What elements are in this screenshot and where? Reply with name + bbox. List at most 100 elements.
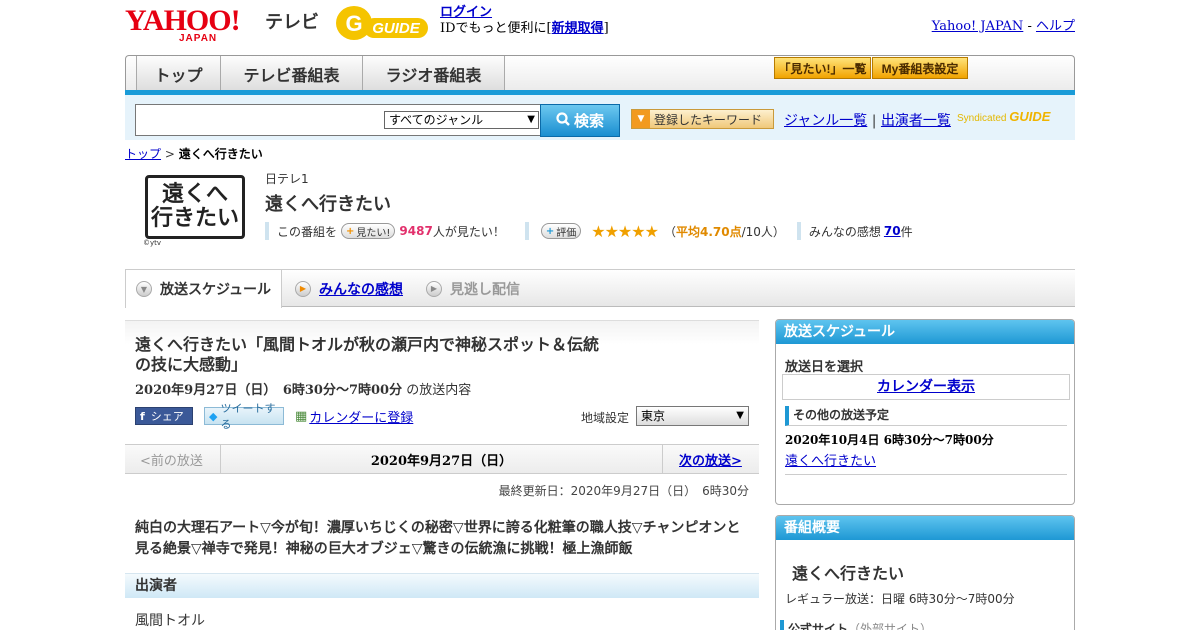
reviews-count-link[interactable]: 70 [884, 224, 901, 238]
reviews-prefix: みんなの感想 [808, 224, 881, 239]
yahoo-logo-sub: JAPAN [179, 33, 218, 44]
program-logo: 遠くへ 行きたい [145, 175, 245, 239]
yahoo-japan-link[interactable]: Yahoo! JAPAN [932, 19, 1024, 34]
rating-count: /10人） [741, 224, 785, 239]
episode-date-time: 2020年9月27日（日） 6時30分～7時00分 [135, 383, 403, 398]
prev-episode[interactable]: <前の放送 [140, 445, 203, 474]
region-select[interactable]: 東京 ▼ [636, 406, 749, 426]
gguide-logo[interactable]: G GUIDE [334, 4, 432, 42]
official-site-label: 公式サイト [788, 622, 849, 630]
program-tabs: ▼ 放送スケジュール ▶ みんなの感想 ▶ 見逃し配信 [125, 269, 1075, 308]
tweet-label: ツイートする [220, 402, 276, 431]
episode-header: 遠くへ行きたい「風間トオルが秋の瀬戸内で神秘スポット＆伝統の技に大感動」 202… [125, 320, 759, 438]
tab-reviews-label[interactable]: みんなの感想 [319, 279, 403, 299]
search-links: ジャンル一覧 | 出演者一覧 [784, 110, 951, 130]
program-title: 遠くへ行きたい [265, 194, 391, 215]
breadcrumb-current: 遠くへ行きたい [178, 147, 263, 161]
program-logo-line2: 行きたい [150, 205, 239, 230]
next-episode-link[interactable]: 次の放送> [679, 445, 742, 474]
breadcrumb-top[interactable]: トップ [125, 147, 161, 161]
nav-tab-tv-schedule[interactable]: テレビ番組表 [221, 56, 363, 92]
help-link[interactable]: ヘルプ [1036, 19, 1075, 34]
rate-button[interactable]: + 評価 [540, 223, 582, 239]
other-broadcasts-header: その他の放送予定 [785, 406, 1067, 426]
mitai-list-button[interactable]: 「見たい!」一覧 [774, 57, 871, 79]
breadcrumb-separator: > [161, 147, 179, 161]
tab-schedule-label: 放送スケジュール [160, 282, 272, 298]
svg-text:GUIDE: GUIDE [372, 20, 421, 37]
svg-text:G: G [345, 11, 362, 36]
facebook-icon: f [140, 409, 145, 423]
external-site-label: （外部サイト） [848, 622, 933, 630]
facebook-share-button[interactable]: f シェア [135, 407, 193, 425]
calendar-register[interactable]: ▦ カレンダーに登録 [295, 407, 413, 426]
search-button-label: 検索 [573, 112, 604, 130]
facebook-share-label: シェア [150, 410, 184, 423]
global-nav: トップ テレビ番組表 ラジオ番組表 「見たい!」一覧 My番組表設定 [125, 55, 1075, 93]
program-channel: 日テレ1 [265, 172, 309, 186]
genre-select[interactable]: すべてのジャンル ▼ [384, 111, 539, 129]
calendar-display-link[interactable]: カレンダー表示 [877, 379, 975, 395]
syndicated-badge: Syndicated GUIDE [957, 109, 1050, 124]
chevron-down-icon: ▼ [736, 410, 744, 421]
cast-header: 出演者 [125, 573, 759, 598]
yahoo-logo[interactable]: YAHOO! [125, 6, 241, 36]
tab-reviews[interactable]: ▶ みんなの感想 [295, 270, 403, 307]
tab-missed[interactable]: ▶ 見逃し配信 [426, 270, 520, 307]
login-link[interactable]: ログイン [440, 5, 492, 20]
my-schedule-button[interactable]: My番組表設定 [872, 57, 968, 79]
program-logo-line1: 遠くへ [161, 181, 228, 206]
divider [785, 474, 1067, 475]
region-label: 地域設定 [581, 411, 630, 425]
tv-label[interactable]: テレビ [265, 8, 319, 34]
summary-panel-header: 番組概要 [776, 516, 1074, 540]
schedule-panel: 放送スケジュール 放送日を選択 カレンダー表示 その他の放送予定 2020年10… [775, 319, 1075, 505]
plus-icon: + [545, 225, 555, 237]
header-dash: - [1023, 19, 1036, 34]
official-site-header: 公式サイト（外部サイト） [780, 620, 932, 630]
mitai-prefix: この番組を [277, 224, 338, 239]
keyword-button[interactable]: ▼ 登録したキーワード [631, 109, 774, 129]
cast-name: 風間トオル [135, 613, 205, 629]
twitter-bird-icon: ◆ [209, 409, 218, 423]
nav-tab-top[interactable]: トップ [136, 56, 221, 92]
login-text: IDでもっと便利に[ [440, 21, 552, 36]
header-links: Yahoo! JAPAN - ヘルプ [932, 15, 1075, 34]
episode-title: 遠くへ行きたい「風間トオルが秋の瀬戸内で神秘スポット＆伝統の技に大感動」 [135, 335, 600, 374]
schedule-panel-header: 放送スケジュール [776, 320, 1074, 344]
tab-schedule[interactable]: ▼ 放送スケジュール [125, 270, 282, 308]
calendar-icon: ▦ [295, 408, 308, 424]
stat-divider [524, 222, 529, 240]
performer-list-link[interactable]: 出演者一覧 [881, 113, 951, 129]
rating-stars: ★★★★★ [591, 221, 659, 241]
region-select-value: 東京 [641, 409, 666, 423]
chevron-down-icon: ▼ [527, 114, 535, 125]
syndicated-logo: GUIDE [1009, 109, 1051, 124]
syndicated-text: Syndicated [957, 113, 1007, 124]
other-broadcast-link[interactable]: 遠くへ行きたい [785, 450, 876, 469]
nav-tab-radio-schedule[interactable]: ラジオ番組表 [363, 56, 505, 92]
program-stats: この番組を + 見たい! 9487 人が見たい！ + 評価 ★★★★★ （ 平均4.… [265, 221, 913, 241]
triangle-right-icon: ▶ [426, 280, 442, 297]
episode-description: 純白の大理石アート▽今が旬！濃厚いちじくの秘密▽世界に誇る化粧筆の職人技▽チャン… [135, 520, 741, 557]
calendar-display[interactable]: カレンダー表示 [782, 374, 1070, 400]
mitai-button[interactable]: + 見たい! [341, 223, 396, 239]
chevron-down-icon: ▼ [632, 110, 650, 128]
pager-date: 2020年9月27日（日） [220, 445, 663, 474]
search-button[interactable]: 検索 [540, 104, 620, 137]
rating-open: （ [663, 224, 676, 239]
other-broadcast-date: 2020年10月4日 6時30分～7時00分 [785, 433, 994, 447]
genre-select-value: すべてのジャンル [389, 113, 484, 127]
mitai-count: 9487 [399, 224, 433, 238]
summary-title: 遠くへ行きたい [792, 564, 905, 583]
signup-link[interactable]: 新規取得 [552, 21, 604, 36]
login-text-end: ] [603, 21, 609, 36]
genre-list-link[interactable]: ジャンル一覧 [784, 113, 867, 129]
keyword-button-label: 登録したキーワード [654, 112, 763, 127]
tweet-button[interactable]: ◆ ツイートする [204, 402, 284, 431]
summary-regular-broadcast: レギュラー放送：日曜 6時30分～7時00分 [785, 592, 1015, 606]
episode-pager: <前の放送 2020年9月27日（日） 次の放送> [125, 444, 759, 474]
program-logo-copyright: ©ytv [143, 239, 162, 247]
stat-divider [265, 222, 269, 240]
calendar-register-link[interactable]: カレンダーに登録 [309, 407, 413, 426]
